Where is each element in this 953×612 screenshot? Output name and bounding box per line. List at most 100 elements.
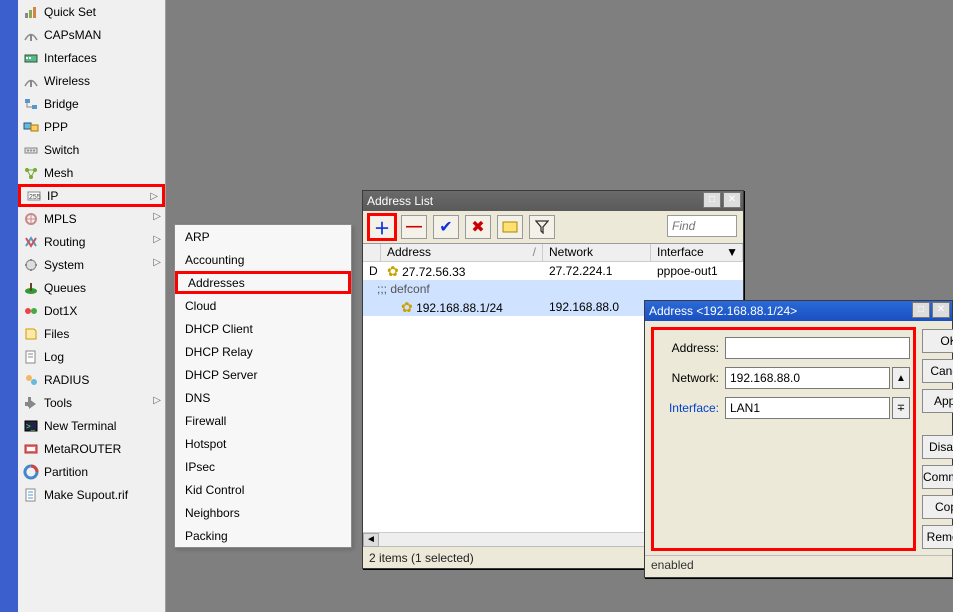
window-minimize-icon[interactable]: □ <box>912 302 930 318</box>
copy-button[interactable]: Copy <box>922 495 953 519</box>
submenu-arrow-icon: ▷ <box>153 211 161 222</box>
sidebar-item-label: MPLS <box>44 212 77 226</box>
submenu-label: DHCP Client <box>185 322 253 336</box>
row-address: 192.168.88.1/24 <box>416 301 503 315</box>
submenu-arrow-icon: ▷ <box>153 395 161 406</box>
interface-input[interactable] <box>725 397 890 419</box>
remove-button[interactable]: Remove <box>922 525 953 549</box>
menu-icon <box>22 372 40 388</box>
sidebar-item-queues[interactable]: Queues <box>18 276 165 299</box>
sidebar-item-system[interactable]: System▷ <box>18 253 165 276</box>
sidebar-item-partition[interactable]: Partition <box>18 460 165 483</box>
submenu-label: Addresses <box>188 276 245 290</box>
submenu-item-accounting[interactable]: Accounting <box>175 248 351 271</box>
sidebar-item-label: MetaROUTER <box>44 442 121 456</box>
submenu-item-kid-control[interactable]: Kid Control <box>175 478 351 501</box>
comment-button[interactable]: Comment <box>922 465 953 489</box>
sidebar-item-make-supout-rif[interactable]: Make Supout.rif <box>18 483 165 506</box>
submenu-label: DNS <box>185 391 210 405</box>
dialog-status: enabled <box>645 555 952 577</box>
disable-button[interactable]: Disable <box>922 435 953 459</box>
menu-icon <box>22 257 40 273</box>
row-comment-text: ;;; defconf <box>377 282 430 296</box>
apply-button[interactable]: Apply <box>922 389 953 413</box>
sidebar-item-mesh[interactable]: Mesh <box>18 161 165 184</box>
sidebar-item-label: Quick Set <box>44 5 96 19</box>
address-form: Address: Network: ▲ Interface: ∓ <box>653 329 914 549</box>
window-close-icon[interactable]: ✕ <box>723 192 741 208</box>
remove-button[interactable]: — <box>401 215 427 239</box>
enable-button[interactable]: ✔ <box>433 215 459 239</box>
table-header[interactable]: Address/ Network Interface▼ <box>363 244 743 262</box>
window-title-bar[interactable]: Address List □ ✕ <box>363 191 743 211</box>
ok-button[interactable]: OK <box>922 329 953 353</box>
sidebar-item-radius[interactable]: RADIUS <box>18 368 165 391</box>
menu-icon <box>22 303 40 319</box>
sidebar-item-tools[interactable]: Tools▷ <box>18 391 165 414</box>
submenu-label: IPsec <box>185 460 215 474</box>
comment-button[interactable] <box>497 215 523 239</box>
submenu-label: Cloud <box>185 299 216 313</box>
sidebar-item-capsman[interactable]: CAPsMAN <box>18 23 165 46</box>
submenu-item-addresses[interactable]: Addresses <box>175 271 351 294</box>
submenu-label: Hotspot <box>185 437 226 451</box>
submenu-label: Accounting <box>185 253 244 267</box>
sidebar-item-switch[interactable]: Switch <box>18 138 165 161</box>
sidebar-item-dot1x[interactable]: Dot1X <box>18 299 165 322</box>
table-comment-row[interactable]: ;;; defconf <box>363 280 743 298</box>
sidebar-item-label: System <box>44 258 84 272</box>
sidebar-item-mpls[interactable]: MPLS ▷ <box>18 207 165 230</box>
sidebar-item-label: RADIUS <box>44 373 89 387</box>
address-dialog: Address <192.168.88.1/24> □ ✕ Address: N… <box>644 300 953 578</box>
submenu-item-packing[interactable]: Packing <box>175 524 351 547</box>
sidebar-item-files[interactable]: Files <box>18 322 165 345</box>
submenu-item-hotspot[interactable]: Hotspot <box>175 432 351 455</box>
add-button[interactable]: ＋ <box>369 215 395 239</box>
window-minimize-icon[interactable]: □ <box>703 192 721 208</box>
col-interface: Interface <box>657 245 704 259</box>
submenu-arrow-icon: ▷ <box>153 234 161 245</box>
sidebar-item-metarouter[interactable]: MetaROUTER <box>18 437 165 460</box>
submenu-label: DHCP Server <box>185 368 257 382</box>
submenu-item-ipsec[interactable]: IPsec <box>175 455 351 478</box>
window-close-icon[interactable]: ✕ <box>932 302 950 318</box>
sidebar-item-label: Switch <box>44 143 79 157</box>
disable-button[interactable]: ✖ <box>465 215 491 239</box>
network-input[interactable] <box>725 367 890 389</box>
address-input[interactable] <box>725 337 910 359</box>
filter-button[interactable] <box>529 215 555 239</box>
find-input[interactable] <box>667 215 737 237</box>
cancel-button[interactable]: Cancel <box>922 359 953 383</box>
sidebar-item-log[interactable]: Log <box>18 345 165 368</box>
submenu-item-arp[interactable]: ARP <box>175 225 351 248</box>
scroll-left-icon[interactable]: ◄ <box>363 533 379 547</box>
sidebar-item-quick-set[interactable]: Quick Set <box>18 0 165 23</box>
sidebar-item-label: Dot1X <box>44 304 77 318</box>
menu-icon: 255 <box>25 188 43 204</box>
table-row[interactable]: D ✿ 27.72.56.33 27.72.224.1 pppoe-out1 <box>363 262 743 280</box>
sidebar-item-wireless[interactable]: Wireless <box>18 69 165 92</box>
sidebar-item-label: IP <box>47 189 58 203</box>
window-title-bar[interactable]: Address <192.168.88.1/24> □ ✕ <box>645 301 952 321</box>
submenu-item-dhcp-client[interactable]: DHCP Client <box>175 317 351 340</box>
menu-icon: >_ <box>22 418 40 434</box>
submenu-item-cloud[interactable]: Cloud <box>175 294 351 317</box>
submenu-item-dhcp-relay[interactable]: DHCP Relay <box>175 340 351 363</box>
sidebar-item-interfaces[interactable]: Interfaces <box>18 46 165 69</box>
submenu-item-firewall[interactable]: Firewall <box>175 409 351 432</box>
submenu-item-neighbors[interactable]: Neighbors <box>175 501 351 524</box>
submenu-item-dns[interactable]: DNS <box>175 386 351 409</box>
sidebar-item-new-terminal[interactable]: >_New Terminal <box>18 414 165 437</box>
menu-icon <box>22 441 40 457</box>
submenu-item-dhcp-server[interactable]: DHCP Server <box>175 363 351 386</box>
sidebar-item-routing[interactable]: Routing▷ <box>18 230 165 253</box>
sidebar-item-ppp[interactable]: PPP <box>18 115 165 138</box>
network-up-icon[interactable]: ▲ <box>892 367 910 389</box>
sidebar-item-bridge[interactable]: Bridge <box>18 92 165 115</box>
interface-dropdown-icon[interactable]: ∓ <box>892 397 910 419</box>
address-label: Address: <box>657 341 719 355</box>
menu-icon <box>22 96 40 112</box>
sidebar-item-ip[interactable]: 255IP▷ <box>18 184 165 207</box>
sidebar-item-label: PPP <box>44 120 68 134</box>
menu-icon <box>22 280 40 296</box>
